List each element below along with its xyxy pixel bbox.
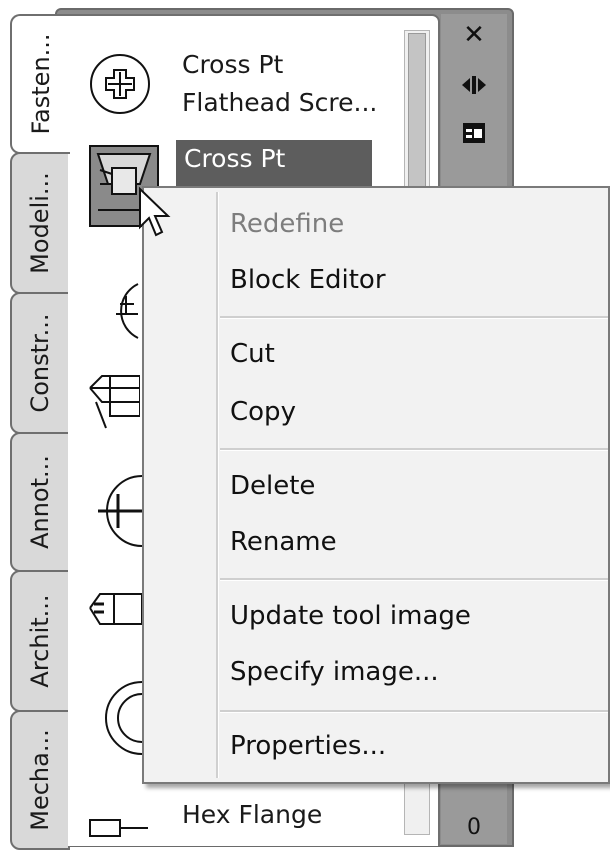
autohide-icon[interactable] bbox=[457, 70, 491, 100]
scrollbar-thumb[interactable] bbox=[408, 33, 426, 193]
tool-label: Hex Flange bbox=[182, 800, 323, 829]
menu-item-redefine: Redefine bbox=[230, 209, 345, 239]
tab-label: Mecha... bbox=[26, 729, 54, 831]
tool-label: Cross Pt Flathead Scre... bbox=[176, 140, 372, 190]
cross-pt-circle-icon bbox=[88, 46, 168, 126]
tab-fasteners[interactable]: Fasten... bbox=[10, 14, 70, 154]
properties-icon[interactable] bbox=[457, 118, 491, 148]
phillips-circle-icon bbox=[88, 466, 143, 556]
tab-architectural[interactable]: Archit... bbox=[10, 570, 70, 712]
hex-nut-icon bbox=[88, 678, 143, 758]
mouse-cursor-icon bbox=[139, 187, 171, 237]
menu-item-cut[interactable]: Cut bbox=[230, 334, 275, 374]
tab-mechanical[interactable]: Mecha... bbox=[10, 710, 70, 850]
context-menu: Redefine Block Editor Cut Copy Delete Re… bbox=[142, 186, 610, 784]
strip-bottom-text: 0 bbox=[467, 814, 481, 840]
tool-item[interactable]: Cross Pt Flathead Scre... bbox=[88, 46, 398, 126]
tab-label: Archit... bbox=[26, 594, 54, 688]
menu-item-rename[interactable]: Rename bbox=[230, 522, 337, 562]
hex-flange-icon bbox=[88, 818, 168, 838]
screw-top-icon bbox=[90, 280, 140, 340]
tab-modeling[interactable]: Modeli... bbox=[10, 152, 70, 294]
tool-palette-window: Fasten... Modeli... Constr... Annot... A… bbox=[0, 0, 610, 850]
menu-item-copy[interactable]: Copy bbox=[230, 392, 296, 432]
menu-item-update-tool-image[interactable]: Update tool image bbox=[230, 596, 471, 636]
menu-separator bbox=[220, 448, 608, 451]
tool-label: Cross Pt Flathead Scre... bbox=[182, 50, 378, 117]
menu-item-specify-image[interactable]: Specify image... bbox=[230, 652, 439, 692]
menu-separator bbox=[220, 578, 608, 581]
menu-separator bbox=[220, 710, 608, 713]
tab-label: Annot... bbox=[26, 455, 54, 549]
menu-item-properties[interactable]: Properties... bbox=[230, 726, 386, 766]
close-icon[interactable]: ✕ bbox=[457, 20, 491, 50]
pan-head-screw-icon bbox=[86, 368, 141, 438]
tab-label: Fasten... bbox=[27, 33, 55, 135]
menu-item-delete[interactable]: Delete bbox=[230, 466, 315, 506]
menu-separator bbox=[220, 316, 608, 319]
tab-annotation[interactable]: Annot... bbox=[10, 432, 70, 572]
tab-label: Modeli... bbox=[26, 172, 54, 274]
tab-label: Constr... bbox=[26, 313, 54, 413]
menu-item-block-editor[interactable]: Block Editor bbox=[230, 260, 386, 300]
menu-icon-gutter bbox=[216, 192, 219, 778]
tool-item[interactable]: Hex Flange bbox=[88, 796, 398, 838]
tab-construction[interactable]: Constr... bbox=[10, 292, 70, 434]
socket-screw-icon bbox=[86, 584, 143, 644]
